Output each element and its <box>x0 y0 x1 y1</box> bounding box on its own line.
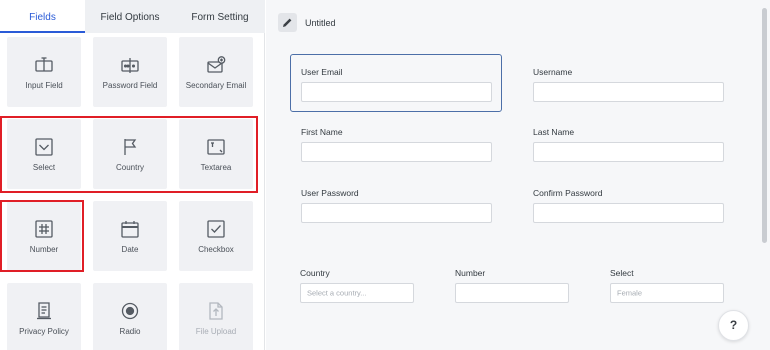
input-field-icon <box>35 57 53 72</box>
document-icon <box>37 302 51 320</box>
field-label: User Password <box>301 188 359 198</box>
field-secondary-email[interactable]: Secondary Email <box>179 37 253 107</box>
field-label: First Name <box>301 127 343 137</box>
field-label: Number <box>455 268 486 278</box>
pencil-icon <box>283 18 292 27</box>
field-textarea[interactable]: Textarea <box>179 119 253 189</box>
field-label: Country <box>300 268 330 278</box>
field-label: Privacy Policy <box>19 327 69 336</box>
help-button[interactable]: ? <box>718 310 749 341</box>
country-select[interactable]: Select a country... <box>300 283 414 303</box>
calendar-icon <box>121 221 139 238</box>
field-label: Last Name <box>533 127 575 137</box>
select-input[interactable]: Female <box>610 283 724 303</box>
field-country[interactable]: Country <box>93 119 167 189</box>
placeholder: Female <box>617 288 643 298</box>
hash-icon <box>35 220 53 238</box>
field-label: Password Field <box>102 81 158 90</box>
radio-icon <box>121 302 139 320</box>
field-label: User Email <box>301 67 343 77</box>
field-checkbox[interactable]: Checkbox <box>179 201 253 271</box>
field-label: File Upload <box>195 327 237 336</box>
field-select[interactable]: Select <box>7 119 81 189</box>
field-number[interactable]: Number <box>7 201 81 271</box>
field-label: Select <box>610 268 634 278</box>
tab-fields[interactable]: Fields <box>0 0 85 33</box>
form-title-bar: Untitled <box>266 0 770 44</box>
field-file-upload[interactable]: File Upload <box>179 283 253 350</box>
form-title[interactable]: Untitled <box>305 18 336 28</box>
placeholder: Select a country... <box>307 288 367 298</box>
number-input[interactable] <box>455 283 569 303</box>
field-privacy-policy[interactable]: Privacy Policy <box>7 283 81 350</box>
field-label: Checkbox <box>198 245 234 254</box>
panel-tabs: Fields Field Options Form Setting <box>0 0 265 33</box>
field-label: Number <box>29 245 59 254</box>
field-input-field[interactable]: Input Field <box>7 37 81 107</box>
username-input[interactable] <box>533 82 724 102</box>
field-date[interactable]: Date <box>93 201 167 271</box>
password-field-icon <box>121 58 139 73</box>
field-label: Confirm Password <box>533 188 603 198</box>
file-upload-icon <box>209 302 223 320</box>
checkbox-icon <box>207 220 225 238</box>
field-label: Radio <box>119 327 141 336</box>
field-label: Input Field <box>25 81 63 90</box>
tab-form-setting[interactable]: Form Setting <box>175 0 265 33</box>
textarea-icon <box>207 139 225 155</box>
field-label: Textarea <box>200 163 232 172</box>
select-icon <box>35 138 53 156</box>
scrollbar[interactable] <box>762 8 767 243</box>
user-email-input[interactable] <box>301 82 492 102</box>
tab-field-options[interactable]: Field Options <box>85 0 175 33</box>
user-password-input[interactable] <box>301 203 492 223</box>
form-builder-canvas: Untitled User Email Username First Name … <box>266 0 770 350</box>
secondary-email-icon <box>207 56 226 73</box>
field-password-field[interactable]: Password Field <box>93 37 167 107</box>
confirm-password-input[interactable] <box>533 203 724 223</box>
field-label: Date <box>121 245 139 254</box>
fields-panel: Fields Field Options Form Setting Input … <box>0 0 265 350</box>
last-name-input[interactable] <box>533 142 724 162</box>
first-name-input[interactable] <box>301 142 492 162</box>
flag-icon <box>124 139 137 155</box>
field-label: Country <box>115 163 144 172</box>
field-radio[interactable]: Radio <box>93 283 167 350</box>
edit-title-button[interactable] <box>278 13 297 32</box>
field-label: Select <box>32 163 56 172</box>
field-label: Username <box>533 67 573 77</box>
field-label: Secondary Email <box>185 81 247 90</box>
